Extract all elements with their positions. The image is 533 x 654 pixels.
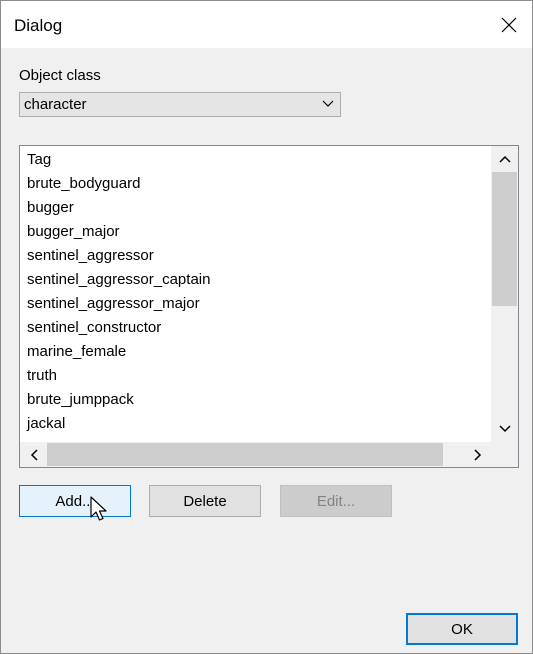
- scrollbar-corner: [491, 442, 518, 467]
- title-bar: Dialog: [1, 1, 532, 48]
- scroll-down-button[interactable]: [491, 416, 518, 442]
- chevron-right-icon: [473, 448, 481, 461]
- delete-button[interactable]: Delete: [149, 485, 261, 517]
- scroll-up-button[interactable]: [491, 146, 518, 172]
- close-button[interactable]: [486, 1, 532, 48]
- scroll-left-button[interactable]: [20, 442, 47, 467]
- list-item[interactable]: jackal: [27, 414, 210, 438]
- chevron-up-icon: [498, 155, 511, 163]
- chevron-down-icon: [322, 100, 334, 107]
- close-icon: [501, 17, 517, 32]
- list-item[interactable]: bugger_major: [27, 222, 210, 246]
- tag-listbox[interactable]: Tag brute_bodyguard bugger bugger_major sent…: [19, 145, 519, 468]
- horizontal-scrollbar[interactable]: [20, 442, 491, 467]
- object-class-value: character: [24, 96, 87, 113]
- mouse-cursor-icon: [90, 496, 107, 521]
- vertical-scroll-thumb[interactable]: [492, 172, 517, 306]
- add-button[interactable]: Add...: [19, 485, 131, 517]
- chevron-left-icon: [30, 448, 38, 461]
- dialog-window: Dialog Object class character Tag brute_b…: [0, 0, 533, 654]
- list-item[interactable]: sentinel_constructor: [27, 318, 210, 342]
- object-class-label: Object class: [19, 67, 101, 84]
- list-item[interactable]: marine_female: [27, 342, 210, 366]
- horizontal-scroll-thumb[interactable]: [47, 443, 443, 466]
- window-title: Dialog: [14, 16, 63, 35]
- edit-button[interactable]: Edit...: [280, 485, 392, 517]
- list-item[interactable]: brute_jumppack: [27, 390, 210, 414]
- list-item[interactable]: Tag: [27, 150, 210, 174]
- vertical-scrollbar[interactable]: [491, 146, 518, 442]
- scroll-right-button[interactable]: [464, 442, 491, 467]
- list-item[interactable]: truth: [27, 366, 210, 390]
- list-item[interactable]: brute_bodyguard: [27, 174, 210, 198]
- list-item[interactable]: bugger: [27, 198, 210, 222]
- list-item[interactable]: sentinel_aggressor_major: [27, 294, 210, 318]
- list-item[interactable]: sentinel_aggressor_captain: [27, 270, 210, 294]
- tag-list: Tag brute_bodyguard bugger bugger_major sent…: [27, 150, 210, 438]
- list-item[interactable]: sentinel_aggressor: [27, 246, 210, 270]
- chevron-down-icon: [498, 425, 511, 433]
- object-class-dropdown[interactable]: character: [19, 92, 341, 117]
- ok-button[interactable]: OK: [406, 613, 518, 645]
